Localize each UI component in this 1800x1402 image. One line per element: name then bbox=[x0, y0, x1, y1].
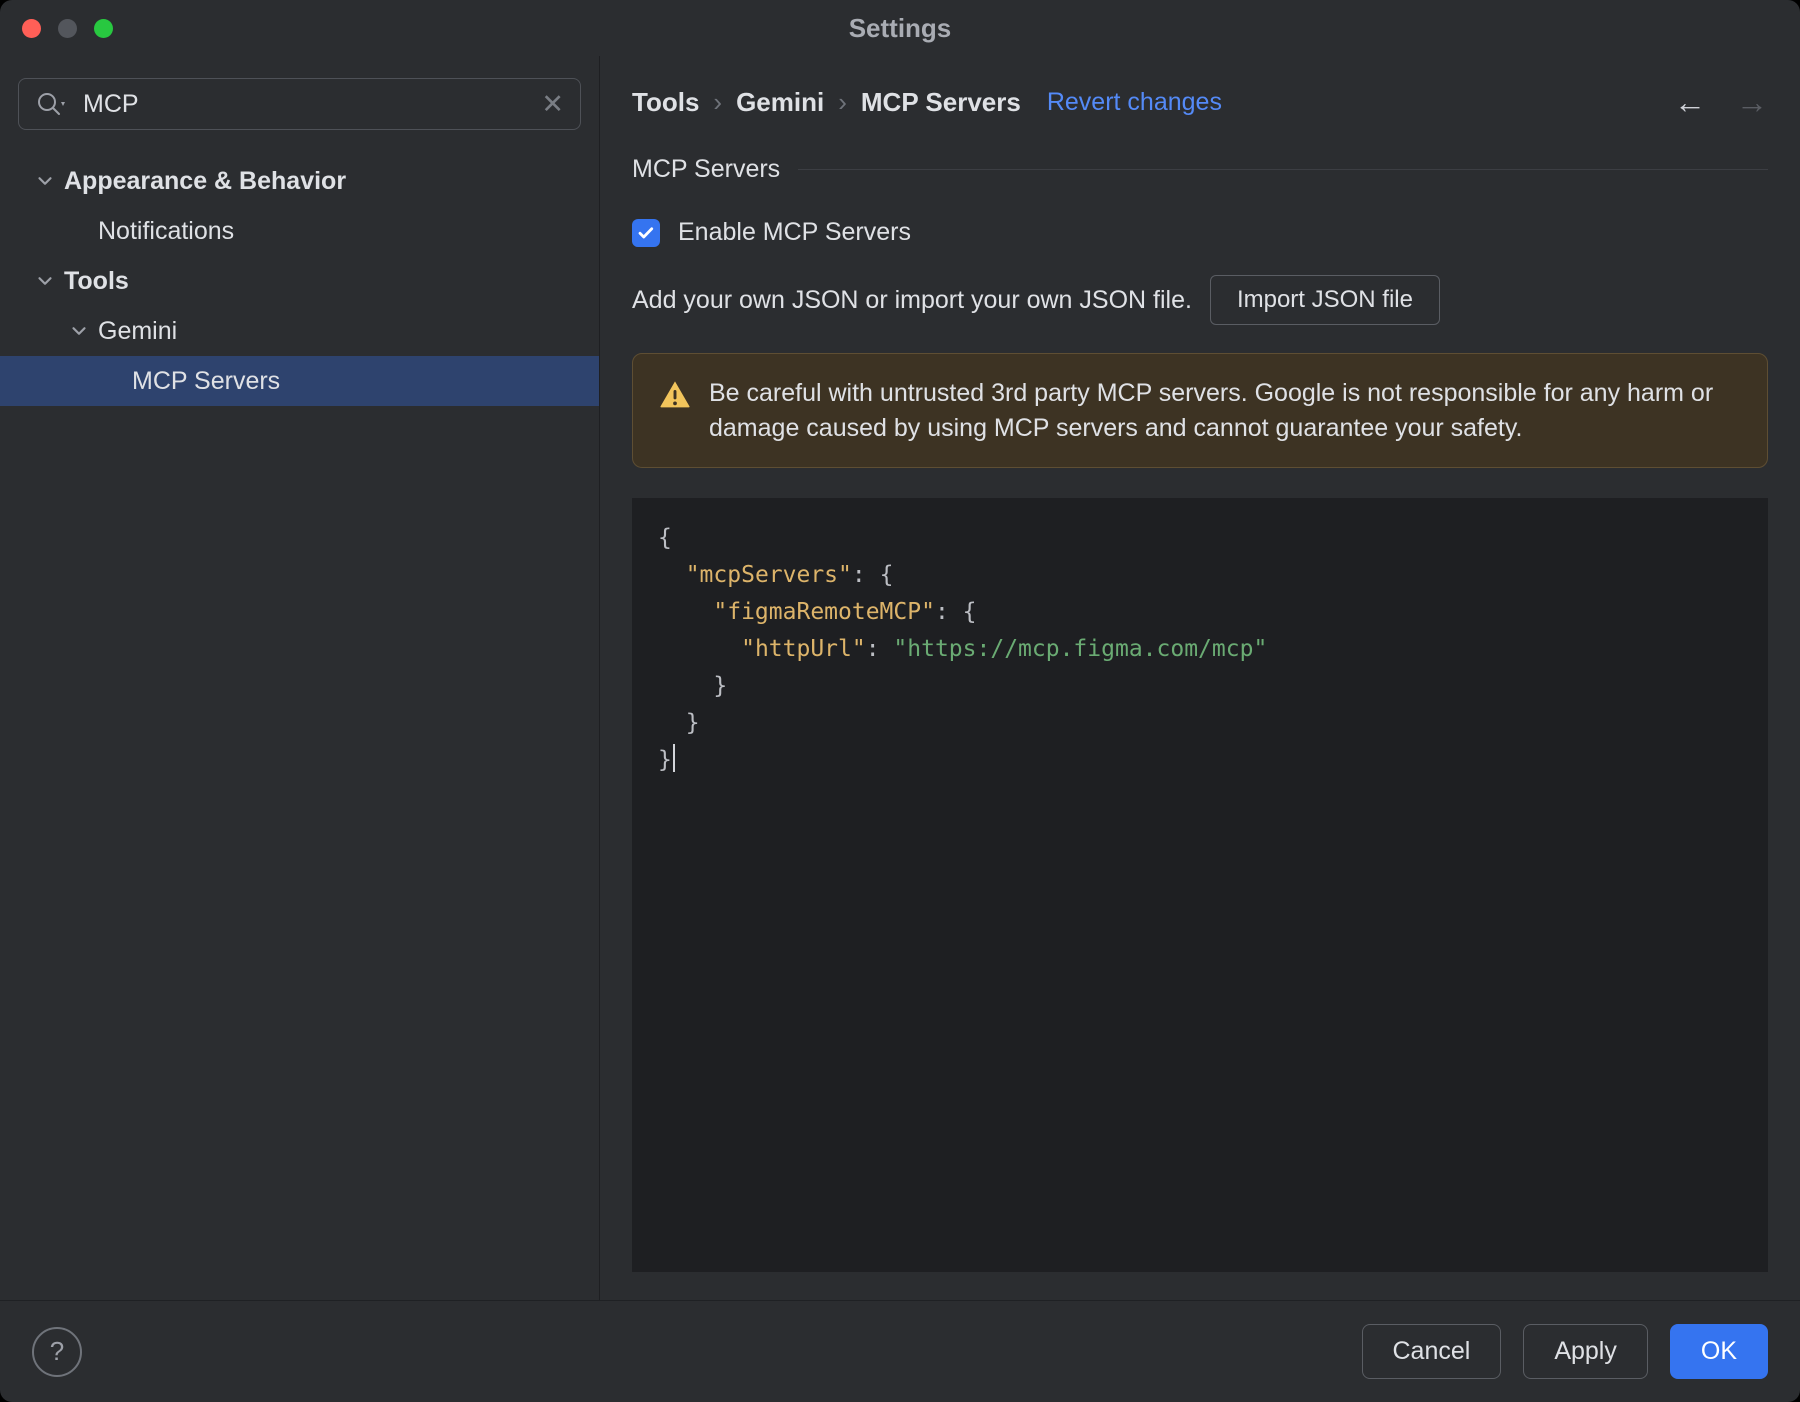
window-title: Settings bbox=[848, 12, 952, 43]
code-line: } bbox=[658, 742, 1742, 779]
enable-mcp-label: Enable MCP Servers bbox=[678, 218, 911, 246]
dialog-footer: ? Cancel Apply OK bbox=[0, 1300, 1800, 1402]
sidebar-item-label: Appearance & Behavior bbox=[64, 166, 347, 195]
warning-banner: Be careful with untrusted 3rd party MCP … bbox=[632, 353, 1768, 468]
settings-search-box[interactable]: ✕ bbox=[18, 78, 581, 130]
revert-changes-link[interactable]: Revert changes bbox=[1047, 88, 1222, 117]
clear-search-icon[interactable]: ✕ bbox=[541, 90, 564, 118]
cancel-button[interactable]: Cancel bbox=[1361, 1324, 1502, 1379]
section-title: MCP Servers bbox=[632, 155, 781, 183]
code-line: } bbox=[658, 673, 728, 699]
import-json-button[interactable]: Import JSON file bbox=[1209, 275, 1440, 325]
enable-mcp-row: Enable MCP Servers bbox=[632, 218, 1768, 247]
warning-text: Be careful with untrusted 3rd party MCP … bbox=[709, 379, 1714, 442]
search-input[interactable] bbox=[83, 89, 542, 119]
back-arrow-icon[interactable]: ← bbox=[1674, 84, 1706, 121]
chevron-down-icon[interactable] bbox=[34, 270, 64, 292]
sidebar-item-label: Notifications bbox=[98, 216, 235, 245]
breadcrumb: Tools › Gemini › MCP Servers Revert changes … bbox=[632, 84, 1768, 121]
chevron-down-icon[interactable] bbox=[68, 320, 98, 342]
breadcrumb-item[interactable]: MCP Servers bbox=[861, 87, 1021, 118]
sidebar-item-label: MCP Servers bbox=[132, 366, 281, 395]
sidebar-item-label: Gemini bbox=[98, 316, 178, 345]
code-line: { bbox=[658, 525, 672, 551]
code-line: "figmaRemoteMCP": { bbox=[713, 599, 977, 625]
warning-icon bbox=[659, 379, 691, 414]
help-icon: ? bbox=[49, 1336, 65, 1366]
breadcrumb-items: Tools › Gemini › MCP Servers bbox=[632, 87, 1021, 118]
help-button[interactable]: ? bbox=[32, 1326, 82, 1377]
sidebar-item-notifications[interactable]: Notifications bbox=[0, 206, 599, 256]
settings-tree: Appearance & Behavior Notifications Tools G… bbox=[0, 156, 599, 406]
chevron-down-icon[interactable] bbox=[34, 170, 64, 192]
ok-button[interactable]: OK bbox=[1669, 1324, 1768, 1379]
zoom-window-button[interactable] bbox=[94, 18, 113, 38]
section-divider bbox=[798, 169, 1768, 170]
settings-content: Tools › Gemini › MCP Servers Revert changes … bbox=[600, 56, 1800, 1300]
forward-arrow-icon: → bbox=[1736, 84, 1768, 120]
apply-button[interactable]: Apply bbox=[1523, 1324, 1648, 1379]
import-row: Add your own JSON or import your own JSO… bbox=[632, 275, 1768, 325]
code-line: "mcpServers": { bbox=[685, 562, 894, 588]
settings-window: Settings ✕ Appearance & Behavior Notifica… bbox=[0, 0, 1800, 1402]
sidebar-item-mcp-servers[interactable]: MCP Servers bbox=[0, 356, 599, 406]
text-caret bbox=[672, 744, 675, 772]
breadcrumb-item[interactable]: Gemini bbox=[736, 87, 824, 118]
sidebar-item-label: Tools bbox=[64, 266, 129, 295]
minimize-window-button bbox=[58, 18, 77, 38]
history-nav: ← → bbox=[1674, 84, 1768, 121]
breadcrumb-item[interactable]: Tools bbox=[632, 87, 699, 118]
section-header: MCP Servers bbox=[632, 155, 1768, 184]
import-description: Add your own JSON or import your own JSO… bbox=[632, 285, 1192, 314]
sidebar-item-gemini[interactable]: Gemini bbox=[0, 306, 599, 356]
footer-buttons: Cancel Apply OK bbox=[1361, 1324, 1768, 1379]
settings-sidebar: ✕ Appearance & Behavior Notifications Tool… bbox=[0, 56, 600, 1300]
sidebar-item-tools[interactable]: Tools bbox=[0, 256, 599, 306]
breadcrumb-separator: › bbox=[838, 87, 847, 117]
title-bar: Settings bbox=[0, 0, 1800, 56]
search-icon bbox=[35, 90, 69, 118]
breadcrumb-separator: › bbox=[713, 87, 723, 117]
json-editor[interactable]: { "mcpServers": { "figmaRemoteMCP": { "h… bbox=[632, 498, 1768, 1272]
code-line: "httpUrl": "https://mcp.figma.com/mcp" bbox=[741, 636, 1268, 662]
traffic-lights bbox=[22, 0, 113, 56]
sidebar-item-appearance-behavior[interactable]: Appearance & Behavior bbox=[0, 156, 599, 206]
close-window-button[interactable] bbox=[22, 18, 41, 38]
enable-mcp-checkbox[interactable] bbox=[632, 218, 660, 247]
code-line: } bbox=[658, 710, 700, 736]
